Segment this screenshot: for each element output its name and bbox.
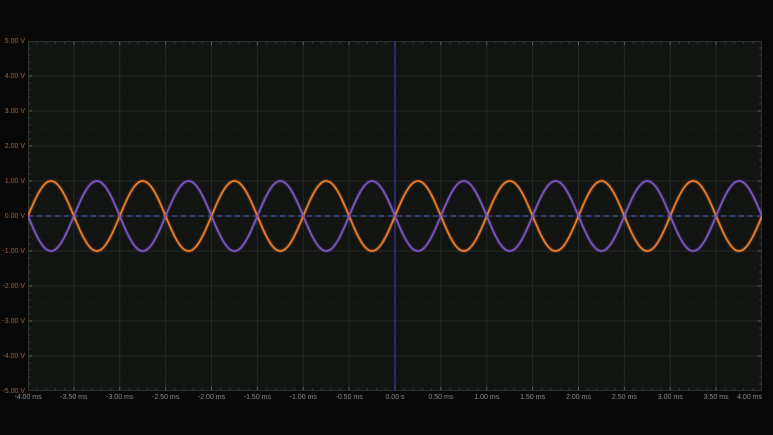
y-tick-label: 2.00 V: [0, 142, 25, 151]
x-tick-label: -3.50 ms: [60, 393, 87, 402]
y-tick-label: 1.00 V: [0, 177, 25, 186]
x-tick-label: -3.00 ms: [106, 393, 133, 402]
x-tick-label: -1.50 ms: [244, 393, 271, 402]
x-tick-label: 4.00 ms: [737, 393, 762, 402]
scope-canvas: [28, 41, 762, 391]
y-tick-label: 0.00 V: [0, 212, 25, 221]
y-tick-label: -4.00 V: [0, 352, 25, 361]
x-tick-label: -4.00 ms: [14, 393, 41, 402]
x-tick-label: 3.00 ms: [658, 393, 683, 402]
x-tick-label: 1.50 ms: [520, 393, 545, 402]
y-tick-label: -1.00 V: [0, 247, 25, 256]
x-tick-label: 1.00 ms: [474, 393, 499, 402]
x-tick-label: -0.50 ms: [336, 393, 363, 402]
x-tick-label: -1.00 ms: [290, 393, 317, 402]
x-tick-label: 2.50 ms: [612, 393, 637, 402]
x-tick-label: -2.50 ms: [152, 393, 179, 402]
x-tick-label: -2.00 ms: [198, 393, 225, 402]
y-tick-label: 5.00 V: [0, 37, 25, 46]
y-tick-label: -2.00 V: [0, 282, 25, 291]
y-tick-label: -3.00 V: [0, 317, 25, 326]
x-tick-label: 3.50 ms: [704, 393, 729, 402]
scope-plot-area[interactable]: [28, 41, 762, 391]
x-tick-label: 2.00 ms: [566, 393, 591, 402]
x-tick-label: 0.00 s: [385, 393, 404, 402]
y-tick-label: 3.00 V: [0, 107, 25, 116]
x-tick-label: 0.50 ms: [428, 393, 453, 402]
oscilloscope-screen: 5.00 V 4.00 V 3.00 V 2.00 V 1.00 V 0.00 V -1.0…: [0, 0, 773, 435]
y-tick-label: 4.00 V: [0, 72, 25, 81]
